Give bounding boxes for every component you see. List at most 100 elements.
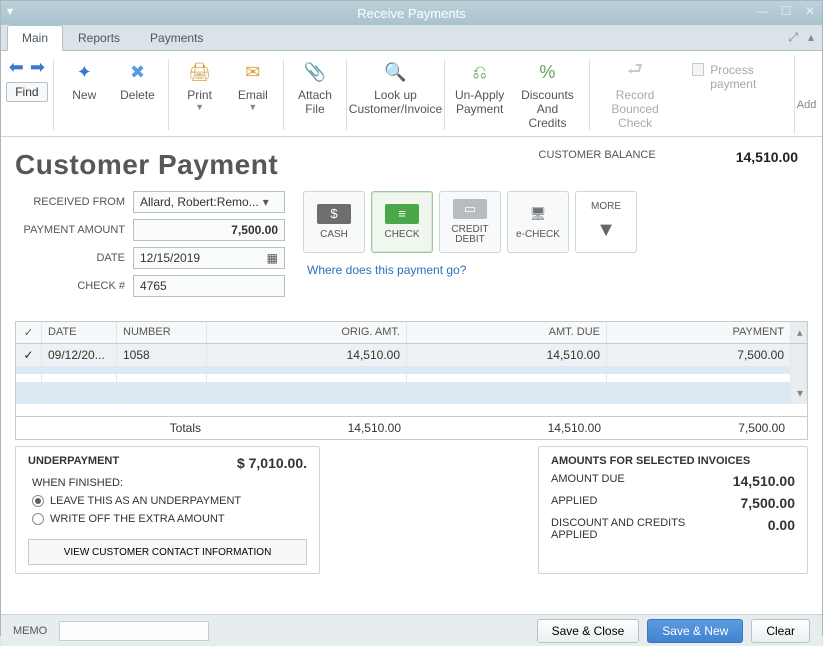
memo-input[interactable] (59, 621, 209, 641)
memo-label: MEMO (13, 625, 47, 637)
col-orig-amt[interactable]: ORIG. AMT. (207, 322, 407, 343)
record-bounced-button: ⮐ Record Bounced Check (594, 55, 676, 134)
email-button[interactable]: ✉ Email ▼ (226, 55, 279, 134)
table-row[interactable]: ▾ (16, 382, 807, 404)
add-time-button[interactable]: Add (794, 55, 818, 134)
amount-due-label: AMOUNT DUE (551, 473, 625, 489)
check-number-input[interactable]: 4765 (133, 275, 285, 297)
find-group: ⬅ ➡ Find (5, 55, 49, 134)
discount-label: DISCOUNT AND CREDITS APPLIED (551, 517, 685, 541)
print-button[interactable]: 🖨 Print ▼ (173, 55, 226, 134)
radio-icon (32, 495, 44, 507)
customer-balance-value: 14,510.00 (736, 149, 798, 165)
where-payment-link[interactable]: Where does this payment go? (307, 263, 637, 277)
chevron-down-icon: ▾ (263, 195, 269, 209)
opt-write-off[interactable]: WRITE OFF THE EXTRA AMOUNT (32, 513, 307, 525)
underpayment-panel: UNDERPAYMENT $ 7,010.00. WHEN FINISHED: … (15, 446, 320, 574)
invoice-table: ✓ DATE NUMBER ORIG. AMT. AMT. DUE PAYMEN… (15, 321, 808, 440)
table-row[interactable]: ✓ 09/12/20... 1058 14,510.00 14,510.00 7… (16, 344, 807, 366)
check-label: CHECK # (15, 280, 125, 292)
delete-button[interactable]: ✖ Delete (111, 55, 164, 134)
selected-title: AMOUNTS FOR SELECTED INVOICES (551, 455, 750, 467)
applied-label: APPLIED (551, 495, 597, 511)
chevron-down-icon: ▼ (596, 219, 616, 242)
credit-card-icon: ▭ (453, 199, 487, 219)
expand-icon[interactable]: ⤢ (788, 30, 798, 45)
tab-payments[interactable]: Payments (135, 25, 218, 50)
lookup-icon: 🔍 (382, 59, 408, 85)
print-icon: 🖨 (187, 59, 213, 85)
discount-value: 0.00 (768, 517, 795, 541)
col-number[interactable]: NUMBER (117, 322, 207, 343)
underpayment-amount: $ 7,010.00. (237, 455, 307, 471)
view-contact-button[interactable]: VIEW CUSTOMER CONTACT INFORMATION (28, 539, 307, 565)
bounced-check-icon: ⮐ (622, 59, 648, 85)
col-check[interactable]: ✓ (16, 322, 42, 343)
save-close-button[interactable]: Save & Close (537, 619, 640, 643)
table-row[interactable] (16, 366, 807, 374)
payment-amount-label: PAYMENT AMOUNT (15, 224, 125, 236)
opt-leave-underpayment[interactable]: LEAVE THIS AS AN UNDERPAYMENT (32, 495, 307, 507)
received-from-label: RECEIVED FROM (15, 196, 125, 208)
pm-check[interactable]: ≡ CHECK (371, 191, 433, 253)
footer: MEMO Save & Close Save & New Clear (1, 614, 822, 646)
when-finished-label: WHEN FINISHED: (32, 477, 307, 489)
title-bar: ▾ Receive Payments — ☐ ✕ (1, 1, 822, 25)
process-payment-check[interactable]: Process payment (692, 55, 794, 134)
col-amt-due[interactable]: AMT. DUE (407, 322, 607, 343)
close-icon[interactable]: ✕ (802, 3, 818, 19)
next-arrow-icon[interactable]: ➡ (30, 57, 45, 78)
window-menu-icon[interactable]: ▾ (7, 4, 13, 18)
payment-method-group: $ CASH ≡ CHECK ▭ CREDIT DEBIT 🖥 e-CHECK … (303, 191, 637, 253)
maximize-icon[interactable]: ☐ (778, 3, 794, 19)
attach-file-button[interactable]: 📎 Attach File (288, 55, 341, 134)
payment-form: RECEIVED FROM Allard, Robert:Remo... ▾ P… (15, 191, 285, 303)
payment-amount-input[interactable]: 7,500.00 (133, 219, 285, 241)
unapply-icon: ⎌ (467, 59, 493, 85)
pm-echeck[interactable]: 🖥 e-CHECK (507, 191, 569, 253)
pm-credit[interactable]: ▭ CREDIT DEBIT (439, 191, 501, 253)
prev-arrow-icon[interactable]: ⬅ (9, 57, 24, 78)
new-icon: ✦ (71, 59, 97, 85)
lookup-button[interactable]: 🔍 Look up Customer/Invoice (350, 55, 440, 134)
table-row[interactable] (16, 374, 807, 382)
date-input[interactable]: 12/15/2019 ▦ (133, 247, 285, 269)
table-totals: Totals 14,510.00 14,510.00 7,500.00 (16, 416, 807, 439)
save-new-button[interactable]: Save & New (647, 619, 743, 643)
email-icon: ✉ (240, 59, 266, 85)
window-title: Receive Payments (1, 6, 822, 21)
col-payment[interactable]: PAYMENT (607, 322, 791, 343)
paperclip-icon: 📎 (302, 59, 328, 85)
checkbox-icon (692, 63, 704, 76)
pm-more[interactable]: MORE ▼ (575, 191, 637, 253)
pm-cash[interactable]: $ CASH (303, 191, 365, 253)
radio-icon (32, 513, 44, 525)
date-label: DATE (15, 252, 125, 264)
tab-main[interactable]: Main (7, 25, 63, 51)
clear-button[interactable]: Clear (751, 619, 810, 643)
unapply-button[interactable]: ⎌ Un-Apply Payment (449, 55, 510, 134)
scroll-up-icon[interactable]: ▴ (791, 322, 807, 343)
discount-icon: % (534, 59, 560, 85)
minimize-icon[interactable]: — (754, 3, 770, 19)
chevron-down-icon: ▼ (248, 102, 257, 112)
col-date[interactable]: DATE (42, 322, 117, 343)
calendar-icon[interactable]: ▦ (267, 251, 278, 265)
scroll-down-icon[interactable]: ▾ (791, 382, 807, 404)
echeck-icon: 🖥 (521, 204, 555, 224)
delete-icon: ✖ (124, 59, 150, 85)
applied-value: 7,500.00 (741, 495, 796, 511)
amount-due-value: 14,510.00 (733, 473, 795, 489)
collapse-ribbon-icon[interactable]: ▴ (808, 30, 814, 45)
ribbon-tabs: Main Reports Payments ⤢ ▴ (1, 25, 822, 51)
new-button[interactable]: ✦ New (58, 55, 111, 134)
main-content: CUSTOMER BALANCE 14,510.00 Customer Paym… (1, 137, 822, 614)
table-header: ✓ DATE NUMBER ORIG. AMT. AMT. DUE PAYMEN… (16, 322, 807, 344)
underpayment-title: UNDERPAYMENT (28, 455, 119, 471)
received-from-select[interactable]: Allard, Robert:Remo... ▾ (133, 191, 285, 213)
selected-invoices-panel: AMOUNTS FOR SELECTED INVOICES AMOUNT DUE… (538, 446, 808, 574)
tab-reports[interactable]: Reports (63, 25, 135, 50)
cash-icon: $ (317, 204, 351, 224)
discounts-button[interactable]: % Discounts And Credits (510, 55, 585, 134)
find-button[interactable]: Find (6, 82, 47, 102)
